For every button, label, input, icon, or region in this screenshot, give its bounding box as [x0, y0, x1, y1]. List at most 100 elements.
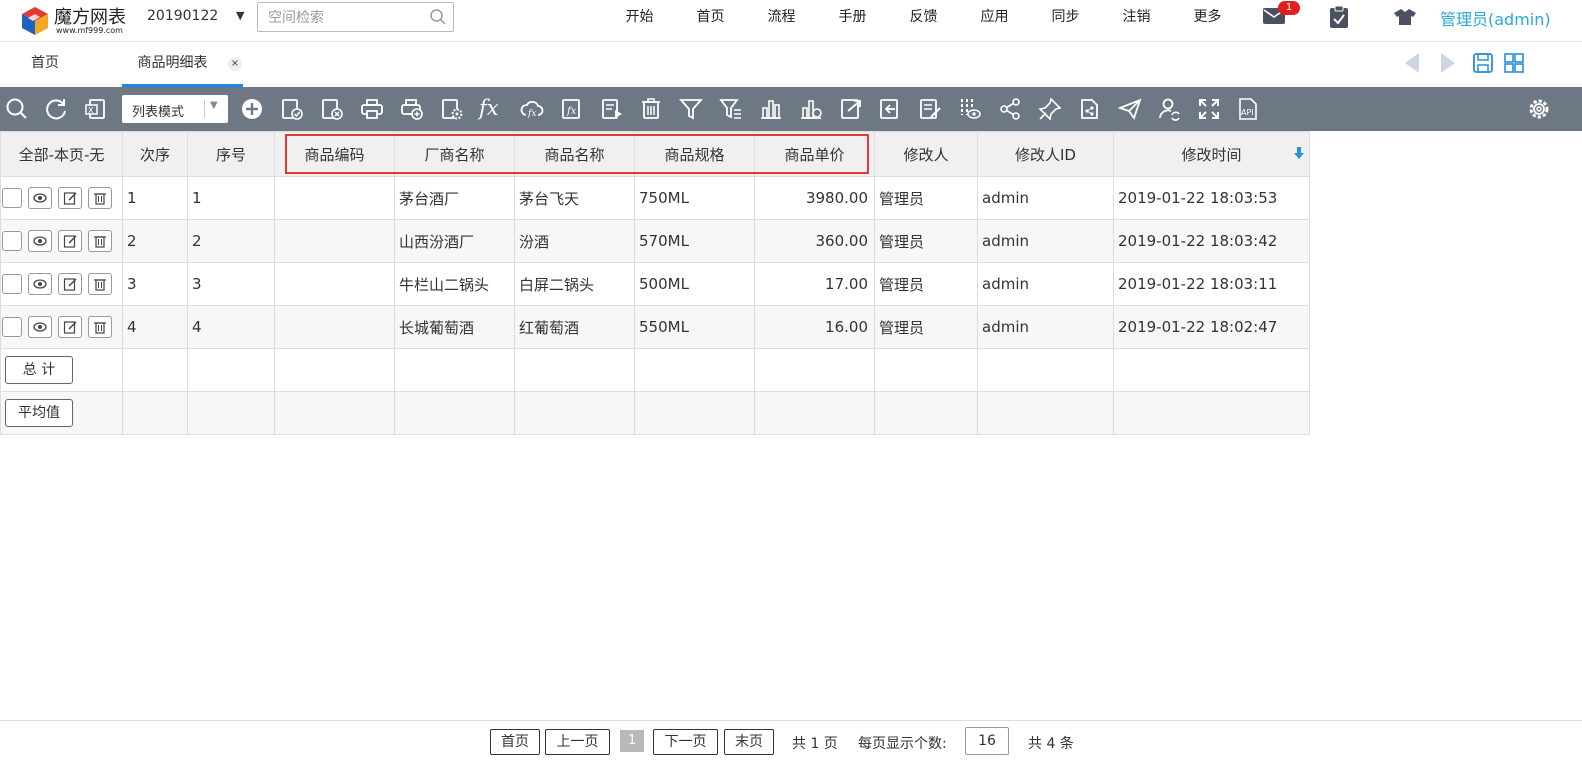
theme-shirt-icon[interactable]: [1393, 8, 1417, 26]
column-view-icon[interactable]: [958, 97, 982, 121]
space-select[interactable]: 20190122: [147, 8, 218, 24]
table-row[interactable]: 1 1 茅台酒厂 茅台飞天 750ML 3980.00 管理员 admin 2019-01-22…: [0, 176, 1310, 220]
cell-modifier-id[interactable]: admin: [977, 305, 1114, 349]
cell-modifier-id[interactable]: admin: [977, 262, 1114, 306]
api-icon[interactable]: API: [1236, 97, 1260, 121]
settings-icon[interactable]: [1527, 97, 1551, 121]
cell-product-code[interactable]: [274, 305, 395, 349]
add-icon[interactable]: [240, 97, 264, 121]
nav-workflow[interactable]: 流程: [746, 0, 817, 34]
cancel-doc-icon[interactable]: [320, 97, 344, 121]
view-eye-icon[interactable]: [28, 273, 52, 295]
user-sync-icon[interactable]: [1157, 97, 1181, 121]
send-icon[interactable]: [1117, 97, 1142, 121]
view-eye-icon[interactable]: [28, 316, 52, 338]
cell-seq[interactable]: 1: [187, 176, 275, 220]
tab-scroll-left-icon[interactable]: [1405, 53, 1419, 73]
cell-unit-price[interactable]: 360.00: [754, 219, 875, 263]
cell-spec[interactable]: 500ML: [634, 262, 755, 306]
edit-icon[interactable]: [58, 273, 82, 295]
cell-modified-time[interactable]: 2019-01-22 18:02:47: [1113, 305, 1310, 349]
cell-modifier[interactable]: 管理员: [874, 262, 978, 306]
cell-order[interactable]: 1: [122, 176, 188, 220]
select-scope-header[interactable]: 全部-本页-无: [0, 131, 123, 177]
col-unit-price-header[interactable]: 商品单价: [754, 131, 875, 177]
tab-product-detail[interactable]: 商品明细表: [122, 42, 243, 87]
cell-spec[interactable]: 570ML: [634, 219, 755, 263]
user-name[interactable]: 管理员(admin): [1440, 6, 1551, 30]
cell-vendor[interactable]: 茅台酒厂: [394, 176, 515, 220]
cell-modified-time[interactable]: 2019-01-22 18:03:42: [1113, 219, 1310, 263]
col-modifier-header[interactable]: 修改人: [874, 131, 978, 177]
col-seq-header[interactable]: 序号: [187, 131, 275, 177]
cell-order[interactable]: 3: [122, 262, 188, 306]
cell-modifier[interactable]: 管理员: [874, 219, 978, 263]
print-settings-icon[interactable]: [440, 97, 464, 121]
sort-down-icon[interactable]: [1293, 146, 1305, 160]
cell-order[interactable]: 2: [122, 219, 188, 263]
list-mode-select[interactable]: 列表模式 ▼: [122, 95, 228, 123]
tab-home[interactable]: 首页: [14, 42, 76, 87]
col-modifier-id-header[interactable]: 修改人ID: [977, 131, 1114, 177]
cell-product-code[interactable]: [274, 219, 395, 263]
pin-icon[interactable]: [1038, 97, 1062, 121]
nav-logout[interactable]: 注销: [1101, 0, 1172, 34]
nav-manual[interactable]: 手册: [817, 0, 888, 34]
cell-unit-price[interactable]: 3980.00: [754, 176, 875, 220]
search-icon[interactable]: [5, 97, 29, 121]
row-checkbox[interactable]: [2, 317, 22, 337]
cell-spec[interactable]: 750ML: [634, 176, 755, 220]
import-icon[interactable]: [878, 97, 902, 121]
fullscreen-icon[interactable]: [1197, 97, 1221, 121]
delete-icon[interactable]: [88, 187, 112, 209]
table-row[interactable]: 3 3 牛栏山二锅头 白屏二锅头 500ML 17.00 管理员 admin 2019-01-2…: [0, 262, 1310, 306]
edit-doc-icon[interactable]: [918, 97, 942, 121]
cell-modifier-id[interactable]: admin: [977, 219, 1114, 263]
check-doc-icon[interactable]: [280, 97, 304, 121]
cell-unit-price[interactable]: 17.00: [754, 262, 875, 306]
cell-modifier-id[interactable]: admin: [977, 176, 1114, 220]
advanced-filter-icon[interactable]: [719, 97, 743, 121]
next-page-button[interactable]: 下一页: [653, 729, 718, 755]
cell-product-code[interactable]: [274, 176, 395, 220]
first-page-button[interactable]: 首页: [490, 729, 540, 755]
file-share-icon[interactable]: [1078, 97, 1102, 121]
tab-scroll-right-icon[interactable]: [1441, 53, 1455, 73]
cell-spec[interactable]: 550ML: [634, 305, 755, 349]
tab-close-icon[interactable]: ×: [228, 57, 242, 71]
cell-modifier[interactable]: 管理员: [874, 176, 978, 220]
chart-settings-icon[interactable]: [799, 97, 823, 121]
print-add-icon[interactable]: [400, 97, 424, 121]
play-doc-icon[interactable]: [600, 97, 624, 121]
col-order-header[interactable]: 次序: [122, 131, 188, 177]
last-page-button[interactable]: 末页: [724, 729, 774, 755]
refresh-icon[interactable]: [44, 97, 68, 121]
col-modified-time-header[interactable]: 修改时间: [1113, 131, 1310, 177]
nav-apps[interactable]: 应用: [959, 0, 1030, 34]
cell-vendor[interactable]: 山西汾酒厂: [394, 219, 515, 263]
tile-view-icon[interactable]: [1503, 52, 1525, 74]
logo[interactable]: 魔方网表 www.mf999.com: [14, 2, 134, 38]
cell-product-name[interactable]: 茅台飞天: [514, 176, 635, 220]
total-button[interactable]: 总 计: [5, 356, 73, 384]
delete-icon[interactable]: [88, 273, 112, 295]
print-icon[interactable]: [360, 97, 384, 121]
cell-modified-time[interactable]: 2019-01-22 18:03:53: [1113, 176, 1310, 220]
search-icon[interactable]: [429, 8, 447, 26]
view-eye-icon[interactable]: [28, 230, 52, 252]
clipboard-check-icon[interactable]: [1328, 5, 1350, 29]
per-page-input[interactable]: 16: [965, 727, 1009, 755]
col-product-name-header[interactable]: 商品名称: [514, 131, 635, 177]
cloud-sync-icon[interactable]: fx: [520, 97, 544, 121]
row-checkbox[interactable]: [2, 274, 22, 294]
table-row[interactable]: 2 2 山西汾酒厂 汾酒 570ML 360.00 管理员 admin 2019-01-22 1…: [0, 219, 1310, 263]
excel-icon[interactable]: X: [84, 97, 108, 121]
average-button[interactable]: 平均值: [5, 399, 73, 427]
nav-more[interactable]: 更多: [1172, 0, 1243, 34]
cell-product-name[interactable]: 白屏二锅头: [514, 262, 635, 306]
table-row[interactable]: 4 4 长城葡萄酒 红葡萄酒 550ML 16.00 管理员 admin 2019-01-22 …: [0, 305, 1310, 349]
cell-seq[interactable]: 2: [187, 219, 275, 263]
bar-chart-icon[interactable]: [759, 97, 783, 121]
cell-modifier[interactable]: 管理员: [874, 305, 978, 349]
edit-icon[interactable]: [58, 316, 82, 338]
